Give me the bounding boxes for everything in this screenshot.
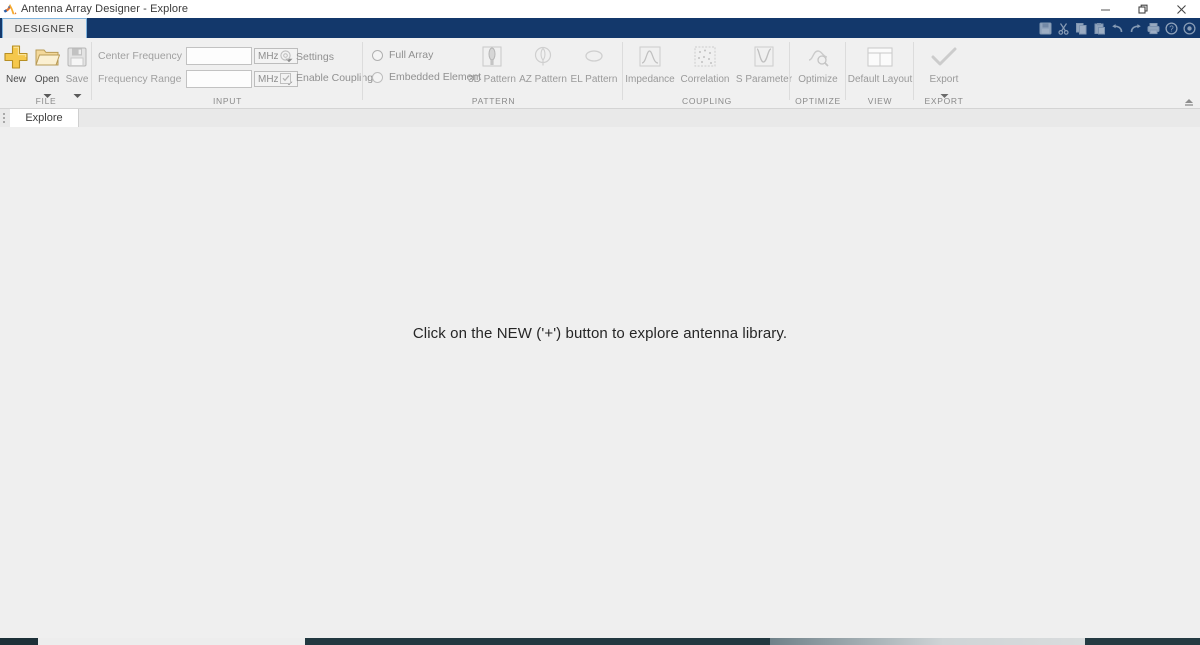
- checkbox-icon: [280, 72, 291, 84]
- impedance-label: Impedance: [625, 74, 675, 85]
- svg-text:?: ?: [1169, 24, 1174, 33]
- save-icon[interactable]: [1037, 20, 1054, 36]
- default-layout-button[interactable]: Default Layout: [841, 42, 919, 85]
- center-frequency-unit-value: MHz: [258, 50, 279, 62]
- bottom-strip-gradient: [770, 638, 1085, 645]
- document-tab-bar: Explore: [0, 109, 1200, 128]
- window-title: Antenna Array Designer - Explore: [21, 3, 189, 15]
- ribbon-group-optimize: Optimize OPTIMIZE: [790, 38, 846, 108]
- impedance-curve-icon: [638, 42, 662, 72]
- optimize-button[interactable]: Optimize: [790, 42, 846, 85]
- tab-explore-label: Explore: [25, 112, 63, 124]
- matlab-membrane-icon: [3, 3, 17, 16]
- pattern-option-full-array[interactable]: Full Array: [372, 49, 433, 61]
- frequency-range-input[interactable]: [186, 70, 252, 88]
- center-frequency-label: Center Frequency: [98, 50, 183, 62]
- export-label: Export: [929, 74, 959, 85]
- ribbon-group-file-label: FILE: [35, 96, 57, 106]
- explore-canvas: Click on the NEW ('+') button to explore…: [0, 127, 1200, 638]
- ribbon-group-input: Center Frequency MHz Frequency Range MHz: [92, 38, 373, 108]
- frequency-range-label: Frequency Range: [98, 73, 182, 85]
- ribbon-group-export-label: EXPORT: [924, 96, 964, 106]
- minimize-icon[interactable]: [1086, 0, 1124, 18]
- pattern-el-icon: [582, 42, 606, 72]
- optimize-label: Optimize: [798, 74, 838, 85]
- drag-handle-icon[interactable]: [3, 113, 6, 124]
- radio-button-icon: [372, 71, 383, 83]
- copy-icon[interactable]: [1073, 20, 1090, 36]
- center-frequency-row: Center Frequency MHz: [98, 47, 298, 65]
- ribbon-group-view-label: VIEW: [867, 96, 893, 106]
- optimize-icon: [806, 42, 830, 72]
- settings-label: Settings: [296, 51, 334, 63]
- impedance-button[interactable]: Impedance: [622, 42, 678, 85]
- center-frequency-input[interactable]: [186, 47, 252, 65]
- quick-access-toolbar: ?: [1037, 20, 1198, 36]
- default-layout-label: Default Layout: [847, 74, 913, 85]
- title-bar: Antenna Array Designer - Explore: [0, 0, 1200, 18]
- enable-coupling-checkbox[interactable]: Enable Coupling: [280, 72, 373, 84]
- redo-icon[interactable]: [1127, 20, 1144, 36]
- checkmark-icon: [931, 42, 957, 72]
- frequency-range-unit-value: MHz: [258, 73, 279, 85]
- pattern-3d-button[interactable]: 3D Pattern: [464, 42, 520, 85]
- close-icon[interactable]: [1162, 0, 1200, 18]
- ribbon-group-view: Default Layout VIEW: [846, 38, 914, 108]
- cut-icon[interactable]: [1055, 20, 1072, 36]
- ribbon-collapse-icon[interactable]: [1182, 95, 1196, 107]
- correlation-button[interactable]: Correlation: [677, 42, 733, 85]
- pattern-az-button[interactable]: AZ Pattern: [515, 42, 571, 85]
- export-button[interactable]: Export: [916, 42, 972, 104]
- correlation-label: Correlation: [680, 74, 730, 85]
- ribbon-tab-strip: DESIGNER ?: [0, 18, 1200, 39]
- s-parameter-label: S Parameter: [735, 74, 793, 85]
- s-parameter-button[interactable]: S Parameter: [734, 42, 794, 85]
- pattern-3d-icon: [480, 42, 504, 72]
- gear-icon: [280, 48, 291, 66]
- bottom-strip-left: [0, 638, 38, 645]
- floppy-disk-icon: [66, 42, 88, 72]
- scatter-plot-icon: [693, 42, 717, 72]
- frequency-range-row: Frequency Range MHz: [98, 70, 298, 88]
- ribbon-group-pattern: Full Array Embedded Element 3D Pattern A…: [364, 38, 623, 108]
- undo-icon[interactable]: [1109, 20, 1126, 36]
- tab-designer[interactable]: DESIGNER: [2, 18, 87, 39]
- ribbon-group-optimize-label: OPTIMIZE: [795, 96, 841, 106]
- empty-state-message: Click on the NEW ('+') button to explore…: [412, 325, 788, 342]
- print-icon[interactable]: [1145, 20, 1162, 36]
- ribbon-group-pattern-label: PATTERN: [471, 96, 516, 106]
- pattern-el-button[interactable]: EL Pattern: [566, 42, 622, 85]
- ribbon-group-coupling-label: COUPLING: [682, 96, 732, 106]
- bottom-strip-center: [305, 638, 770, 645]
- help-icon[interactable]: ?: [1163, 20, 1180, 36]
- tab-explore[interactable]: Explore: [10, 109, 79, 127]
- pattern-3d-label: 3D Pattern: [468, 74, 516, 85]
- pattern-az-label: AZ Pattern: [519, 74, 567, 85]
- bottom-strip-gap: [38, 638, 305, 645]
- window-controls: [1086, 0, 1200, 18]
- tab-designer-label: DESIGNER: [14, 23, 75, 35]
- pattern-az-icon: [531, 42, 555, 72]
- paste-icon[interactable]: [1091, 20, 1108, 36]
- save-button-label: Save: [65, 74, 89, 85]
- settings-button[interactable]: Settings: [280, 48, 334, 66]
- layout-grid-icon: [867, 42, 893, 72]
- ribbon-group-export: Export EXPORT: [914, 38, 974, 108]
- ribbon-group-file: New Open Save FILE: [0, 38, 92, 108]
- info-icon[interactable]: [1181, 20, 1198, 36]
- pattern-el-label: EL Pattern: [570, 74, 618, 85]
- s-parameter-icon: [753, 42, 775, 72]
- ribbon-group-coupling: Impedance Correlation S Parameter COUPLI…: [622, 38, 792, 108]
- restore-icon[interactable]: [1124, 0, 1162, 18]
- radio-button-icon: [372, 49, 383, 61]
- pattern-option-full-array-label: Full Array: [389, 49, 434, 61]
- bottom-strip-right: [1085, 638, 1200, 645]
- ribbon: New Open Save FILE Center Frequency MHz …: [0, 38, 1200, 109]
- ribbon-group-input-label: INPUT: [213, 96, 242, 106]
- antenna-array-designer-window: Antenna Array Designer - Explore DESIGNE…: [0, 0, 1200, 645]
